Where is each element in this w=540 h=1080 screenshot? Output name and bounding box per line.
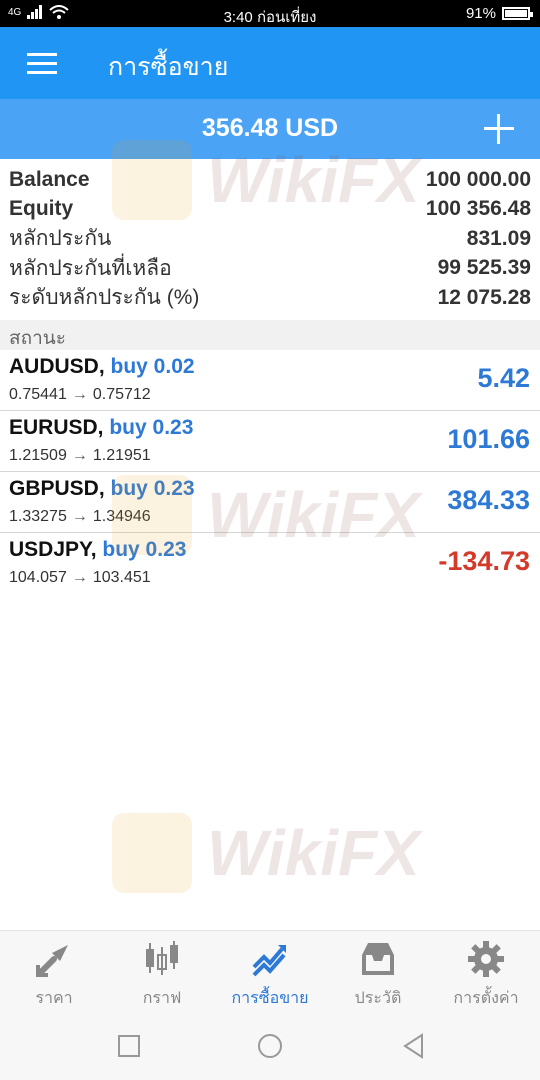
summary-row-margin: หลักประกัน 831.09 <box>0 224 540 254</box>
open-price: 1.33275 <box>9 508 67 525</box>
account-summary: Balance 100 000.00 Equity 100 356.48 หลั… <box>0 165 540 313</box>
status-bar: 4G 3:40 ก่อนเที่ยง 91% <box>0 0 540 27</box>
position-prices: 1.21509 → 1.21951 <box>9 447 151 465</box>
status-right: 91% <box>465 5 533 22</box>
position-type: buy 0.23 <box>109 416 194 439</box>
position-profit: -134.73 <box>438 546 530 576</box>
current-price: 103.451 <box>92 569 151 586</box>
summary-row-equity: Equity 100 356.48 <box>0 195 540 225</box>
current-price: 1.34946 <box>92 508 151 525</box>
summary-value: 100 000.00 <box>425 167 531 191</box>
position-title: GBPUSD, buy 0.23 <box>9 477 195 501</box>
summary-value: 100 356.48 <box>425 197 531 221</box>
bottom-nav: ราคา กราฟ การซื้อขาย ประวัติ การตั้งค่า <box>0 930 540 1010</box>
gear-icon <box>468 941 504 977</box>
current-price: 1.21951 <box>92 447 151 464</box>
recent-apps-icon[interactable] <box>115 1032 143 1060</box>
position-title: EURUSD, buy 0.23 <box>9 416 193 440</box>
quotes-arrows-icon <box>36 945 68 977</box>
nav-trade[interactable]: การซื้อขาย <box>216 931 324 1011</box>
summary-label: ระดับหลักประกัน (%) <box>9 286 200 310</box>
nav-label: ประวัติ <box>354 990 402 1007</box>
positions-list: AUDUSD, buy 0.02 0.75441 → 0.75712 5.42 EU… <box>0 350 540 594</box>
hamburger-menu-icon[interactable] <box>27 53 57 75</box>
position-row[interactable]: EURUSD, buy 0.23 1.21509 → 1.21951 101.66 <box>0 411 540 472</box>
summary-value: 12 075.28 <box>437 285 531 309</box>
summary-value: 99 525.39 <box>437 256 531 280</box>
arrow-right-icon: → <box>71 508 88 525</box>
position-symbol: EURUSD, <box>9 416 104 439</box>
battery-percent: 91% <box>465 5 496 22</box>
position-row[interactable]: USDJPY, buy 0.23 104.057 → 103.451 -134.73 <box>0 533 540 594</box>
arrow-right-icon: → <box>71 386 88 403</box>
plus-icon[interactable] <box>484 114 514 144</box>
current-price: 0.75712 <box>92 386 151 403</box>
position-type: buy 0.23 <box>102 538 187 561</box>
page-title: การซื้อขาย <box>108 53 229 81</box>
nav-history[interactable]: ประวัติ <box>324 931 432 1011</box>
position-symbol: GBPUSD, <box>9 477 105 500</box>
position-profit: 101.66 <box>447 424 530 454</box>
position-type: buy 0.02 <box>110 355 195 378</box>
summary-label: Balance <box>9 167 90 191</box>
position-title: AUDUSD, buy 0.02 <box>9 355 195 379</box>
app-header: การซื้อขาย <box>0 27 540 99</box>
arrow-right-icon: → <box>71 447 88 464</box>
open-price: 0.75441 <box>9 386 67 403</box>
nav-quotes[interactable]: ราคา <box>0 931 108 1011</box>
position-symbol: USDJPY, <box>9 538 97 561</box>
arrow-right-icon: → <box>71 569 88 586</box>
position-title: USDJPY, buy 0.23 <box>9 538 186 562</box>
position-type: buy 0.23 <box>110 477 195 500</box>
summary-label: หลักประกัน <box>9 227 112 251</box>
battery-icon <box>502 7 533 20</box>
home-icon[interactable] <box>256 1032 284 1060</box>
position-profit: 384.33 <box>447 485 530 515</box>
nav-label: การซื้อขาย <box>231 990 309 1007</box>
nav-settings[interactable]: การตั้งค่า <box>432 931 540 1011</box>
summary-label: Equity <box>9 197 74 221</box>
summary-row-balance: Balance 100 000.00 <box>0 165 540 195</box>
positions-section-header: สถานะ <box>0 320 540 350</box>
nav-chart[interactable]: กราฟ <box>108 931 216 1011</box>
back-icon[interactable] <box>400 1032 428 1060</box>
summary-row-free-margin: หลักประกันที่เหลือ 99 525.39 <box>0 254 540 284</box>
position-prices: 104.057 → 103.451 <box>9 569 151 587</box>
history-inbox-icon <box>362 943 394 975</box>
wikifx-logo-icon <box>112 813 192 893</box>
position-profit: 5.42 <box>477 363 530 393</box>
position-row[interactable]: AUDUSD, buy 0.02 0.75441 → 0.75712 5.42 <box>0 350 540 411</box>
position-row[interactable]: GBPUSD, buy 0.23 1.33275 → 1.34946 384.33 <box>0 472 540 533</box>
candlestick-chart-icon <box>146 941 178 975</box>
total-profit-bar: 356.48 USD <box>0 99 540 159</box>
nav-label: การตั้งค่า <box>453 990 519 1007</box>
nav-label: ราคา <box>35 990 73 1007</box>
summary-label: หลักประกันที่เหลือ <box>9 256 172 280</box>
trade-chart-icon <box>252 945 286 977</box>
watermark-text: WikiFX <box>207 817 420 889</box>
position-prices: 1.33275 → 1.34946 <box>9 508 151 526</box>
nav-label: กราฟ <box>142 990 182 1007</box>
total-profit: 356.48 USD <box>201 114 339 142</box>
summary-row-margin-level: ระดับหลักประกัน (%) 12 075.28 <box>0 283 540 313</box>
open-price: 1.21509 <box>9 447 67 464</box>
summary-value: 831.09 <box>466 226 531 250</box>
position-prices: 0.75441 → 0.75712 <box>9 386 151 404</box>
clock: 3:40 ก่อนเที่ยง <box>223 9 317 26</box>
system-nav-bar <box>0 1010 540 1080</box>
open-price: 104.057 <box>9 569 67 586</box>
position-symbol: AUDUSD, <box>9 355 105 378</box>
wikifx-watermark: WikiFX <box>112 808 432 898</box>
